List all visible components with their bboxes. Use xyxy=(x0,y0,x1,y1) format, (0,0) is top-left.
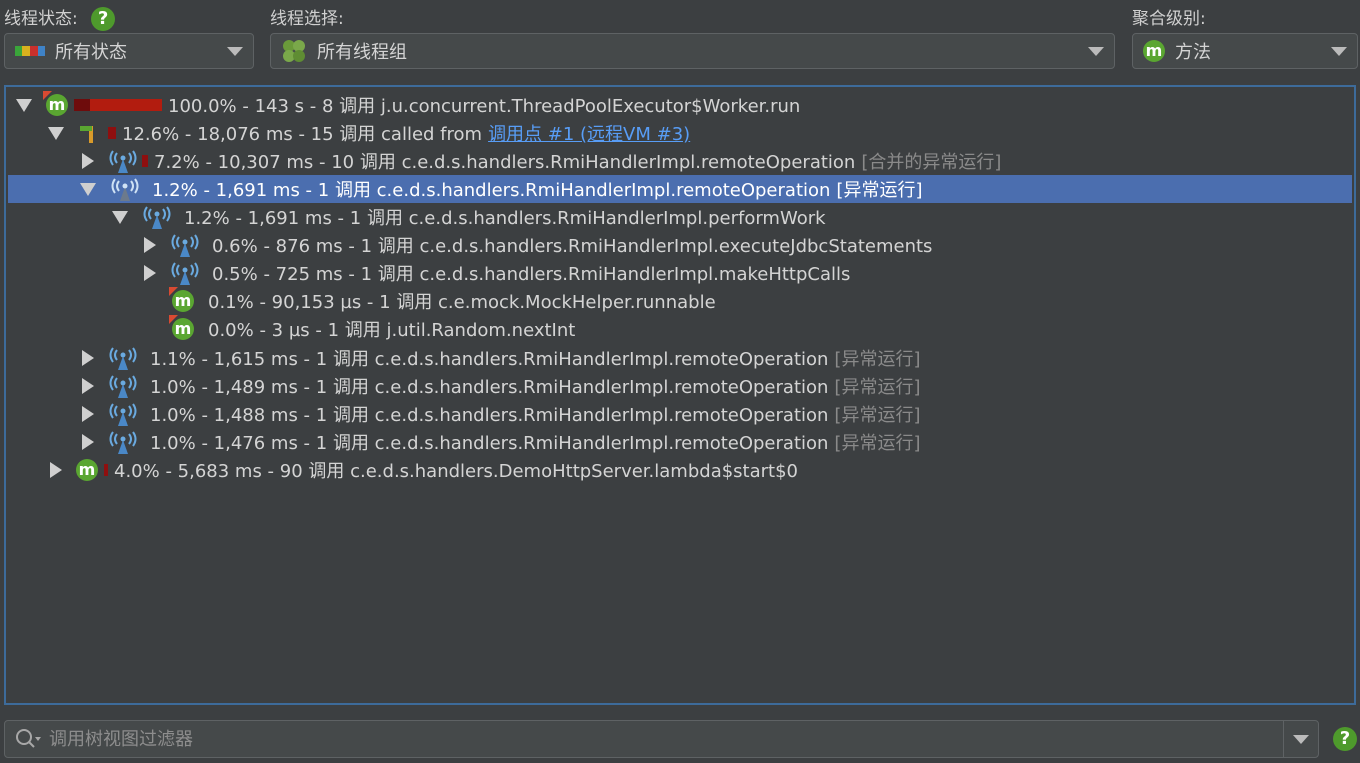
tree-row[interactable]: 12.6% - 18,076 ms - 15 调用 called from 调用… xyxy=(8,119,1352,147)
expand-toggle[interactable] xyxy=(50,462,62,478)
thread-status-dropdown[interactable]: 所有状态 xyxy=(4,33,254,69)
aggregation-value: 方法 xyxy=(1175,42,1211,63)
run-tag: [异常运行] xyxy=(834,377,921,398)
remote-call-icon xyxy=(109,347,137,370)
time-bar xyxy=(104,464,108,476)
thread-select-value: 所有线程组 xyxy=(317,42,407,63)
method-icon: m xyxy=(169,287,194,312)
expand-toggle[interactable] xyxy=(82,350,94,366)
call-site-link[interactable]: 调用点 #1 (远程VM #3) xyxy=(488,120,690,146)
remote-call-icon xyxy=(109,375,137,398)
expand-toggle[interactable] xyxy=(82,378,94,394)
time-bar xyxy=(90,99,162,111)
remote-call-icon xyxy=(109,403,137,426)
tree-row-label: 1.2% - 1,691 ms - 1 调用 c.e.d.s.handlers.… xyxy=(152,180,831,201)
run-tag: [异常运行] xyxy=(834,433,921,454)
run-tag: [合并的异常运行] xyxy=(861,152,1002,173)
tree-row-label: 1.0% - 1,476 ms - 1 调用 c.e.d.s.handlers.… xyxy=(150,433,829,454)
remote-call-icon xyxy=(143,206,171,229)
run-tag: [异常运行] xyxy=(834,349,921,370)
expand-toggle[interactable] xyxy=(112,210,128,224)
tree-row-label: 1.2% - 1,691 ms - 1 调用 c.e.d.s.handlers.… xyxy=(184,208,826,229)
remote-call-icon xyxy=(109,150,137,173)
thread-group-icon xyxy=(283,40,305,62)
expand-toggle[interactable] xyxy=(48,126,64,140)
tree-row[interactable]: m 4.0% - 5,683 ms - 90 调用 c.e.d.s.handle… xyxy=(8,456,1352,484)
tree-row[interactable]: m 0.1% - 90,153 µs - 1 调用 c.e.mock.MockH… xyxy=(8,287,1352,315)
tree-row[interactable]: 0.6% - 876 ms - 1 调用 c.e.d.s.handlers.Rm… xyxy=(8,231,1352,259)
run-tag: [异常运行] xyxy=(834,405,921,426)
thread-status-colors-icon xyxy=(15,46,45,56)
remote-call-icon xyxy=(111,178,139,201)
tree-row-selected[interactable]: 1.2% - 1,691 ms - 1 调用 c.e.d.s.handlers.… xyxy=(8,175,1352,203)
tree-row-label: 100.0% - 143 s - 8 调用 j.u.concurrent.Thr… xyxy=(168,96,801,117)
tree-row-label: 0.1% - 90,153 µs - 1 调用 c.e.mock.MockHel… xyxy=(208,292,716,313)
filter-input[interactable] xyxy=(47,727,1283,751)
tree-row-label: 12.6% - 18,076 ms - 15 调用 called from xyxy=(122,124,483,145)
tree-row[interactable]: 1.0% - 1,476 ms - 1 调用 c.e.d.s.handlers.… xyxy=(8,428,1352,456)
help-icon[interactable]: ? xyxy=(1333,727,1357,751)
time-bar xyxy=(142,155,148,167)
thread-status-value: 所有状态 xyxy=(55,42,127,63)
expand-toggle[interactable] xyxy=(82,153,94,169)
expand-toggle[interactable] xyxy=(144,265,156,281)
tree-row[interactable]: m 100.0% - 143 s - 8 调用 j.u.concurrent.T… xyxy=(8,91,1352,119)
call-site-icon xyxy=(80,126,93,143)
thread-select-dropdown[interactable]: 所有线程组 xyxy=(270,33,1115,69)
tree-row-label: 0.0% - 3 µs - 1 调用 j.util.Random.nextInt xyxy=(208,320,576,341)
tree-row[interactable]: 7.2% - 10,307 ms - 10 调用 c.e.d.s.handler… xyxy=(8,147,1352,175)
expand-toggle[interactable] xyxy=(82,406,94,422)
call-tree-filter[interactable] xyxy=(4,720,1319,758)
expand-toggle[interactable] xyxy=(144,237,156,253)
thread-select-label: 线程选择: xyxy=(270,9,344,29)
method-icon: m xyxy=(169,315,194,340)
tree-row-label: 0.6% - 876 ms - 1 调用 c.e.d.s.handlers.Rm… xyxy=(212,236,933,257)
time-bar xyxy=(108,127,116,139)
expand-toggle[interactable] xyxy=(80,182,96,196)
run-tag: [异常运行] xyxy=(836,180,923,201)
tree-row-label: 1.0% - 1,488 ms - 1 调用 c.e.d.s.handlers.… xyxy=(150,405,829,426)
filter-history-button[interactable] xyxy=(1284,734,1318,744)
remote-call-icon xyxy=(171,262,199,285)
expand-toggle[interactable] xyxy=(16,98,32,112)
remote-call-icon xyxy=(171,234,199,257)
call-tree[interactable]: m 100.0% - 143 s - 8 调用 j.u.concurrent.T… xyxy=(4,85,1356,705)
tree-row-label: 7.2% - 10,307 ms - 10 调用 c.e.d.s.handler… xyxy=(154,152,856,173)
tree-row[interactable]: 1.0% - 1,488 ms - 1 调用 c.e.d.s.handlers.… xyxy=(8,400,1352,428)
tree-row-label: 4.0% - 5,683 ms - 90 调用 c.e.d.s.handlers… xyxy=(114,461,799,482)
aggregation-label: 聚合级别: xyxy=(1132,9,1206,29)
tree-row[interactable]: m 0.0% - 3 µs - 1 调用 j.util.Random.nextI… xyxy=(8,315,1352,343)
tree-row-label: 1.1% - 1,615 ms - 1 调用 c.e.d.s.handlers.… xyxy=(150,349,829,370)
method-icon: m xyxy=(76,459,98,481)
tree-row[interactable]: 0.5% - 725 ms - 1 调用 c.e.d.s.handlers.Rm… xyxy=(8,259,1352,287)
help-icon[interactable]: ? xyxy=(91,7,116,31)
expand-toggle[interactable] xyxy=(82,434,94,450)
tree-row[interactable]: 1.1% - 1,615 ms - 1 调用 c.e.d.s.handlers.… xyxy=(8,344,1352,372)
tree-row[interactable]: 1.0% - 1,489 ms - 1 调用 c.e.d.s.handlers.… xyxy=(8,372,1352,400)
chevron-down-icon xyxy=(1293,734,1309,744)
method-icon: m xyxy=(1143,40,1165,62)
chevron-down-icon xyxy=(1331,46,1347,56)
method-icon: m xyxy=(43,91,68,116)
tree-row-label: 0.5% - 725 ms - 1 调用 c.e.d.s.handlers.Rm… xyxy=(212,264,851,285)
search-icon[interactable] xyxy=(15,728,41,750)
aggregation-dropdown[interactable]: m 方法 xyxy=(1132,33,1358,69)
time-bar-self xyxy=(74,99,90,111)
tree-row-label: 1.0% - 1,489 ms - 1 调用 c.e.d.s.handlers.… xyxy=(150,377,829,398)
chevron-down-icon xyxy=(227,46,243,56)
remote-call-icon xyxy=(109,431,137,454)
thread-status-label: 线程状态: ? xyxy=(4,4,116,31)
chevron-down-icon xyxy=(1088,46,1104,56)
thread-status-label-text: 线程状态: xyxy=(4,9,78,29)
tree-row[interactable]: 1.2% - 1,691 ms - 1 调用 c.e.d.s.handlers.… xyxy=(8,203,1352,231)
